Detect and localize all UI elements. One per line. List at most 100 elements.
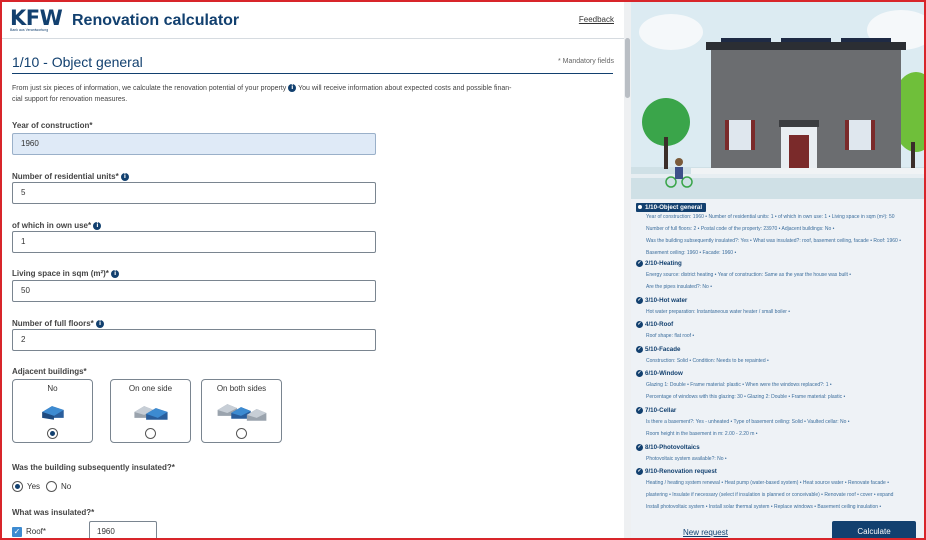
- year-of-construction-input[interactable]: 1960: [12, 133, 376, 155]
- units-label-text: Number of residential units*: [12, 172, 119, 181]
- radio-yes[interactable]: [12, 481, 23, 492]
- adjacent-label: Adjacent buildings*: [12, 367, 87, 376]
- year-label: Year of construction*: [12, 121, 93, 130]
- roof-checkbox-label: Roof*: [26, 527, 47, 536]
- summary-list: 1/10-Object general Year of construction…: [631, 199, 924, 510]
- radio-one-side[interactable]: [145, 428, 156, 439]
- insulated-radio-group: Yes No: [12, 481, 212, 493]
- summary-section-2-title[interactable]: ✓ 2/10-Heating: [636, 259, 682, 268]
- terraced-house-icon: [217, 404, 267, 421]
- adjacent-option-no[interactable]: No: [12, 379, 93, 443]
- summary-line: Install photovoltaic system • Install so…: [646, 504, 882, 510]
- step-divider: [12, 73, 613, 74]
- own-use-label-text: of which in own use*: [12, 221, 92, 230]
- mandatory-note: * Mandatory fields: [557, 58, 614, 65]
- option-label: On both sides: [216, 384, 267, 393]
- living-space-label: Living space in sqm (m²)* i: [12, 269, 120, 278]
- new-request-link[interactable]: New request: [683, 528, 728, 537]
- roof-checkbox[interactable]: ✓: [12, 527, 22, 537]
- kfw-logo[interactable]: KFW Bank aus Verantwortung: [10, 6, 63, 34]
- info-icon[interactable]: i: [96, 319, 105, 328]
- form-scrollbar[interactable]: [624, 2, 631, 538]
- section-title: 7/10-Cellar: [645, 407, 677, 414]
- summary-line: Construction: Solid • Condition: Needs t…: [646, 358, 769, 364]
- intro-text: From just six pieces of information, we …: [12, 83, 592, 105]
- floors-label-text: Number of full floors*: [12, 319, 94, 328]
- app-header: KFW Bank aus Verantwortung Renovation ca…: [2, 2, 624, 39]
- summary-line: Room height in the basement in m: 2.00 -…: [646, 431, 758, 437]
- section-title: 6/10-Window: [645, 370, 683, 377]
- section-title: 9/10-Renovation request: [645, 468, 717, 475]
- summary-line: Heating / heating system renewal • Heat …: [646, 480, 889, 486]
- summary-section-5-title[interactable]: ✓ 5/10-Facade: [636, 345, 680, 354]
- intro-part-3: cial support for renovation measures.: [12, 96, 128, 103]
- step-title: 1/10 - Object general: [12, 54, 143, 70]
- logo-text: KFW: [10, 6, 63, 30]
- intro-part-2: You will receive information about expec…: [298, 85, 512, 92]
- summary-line: Energy source: district heating • Year o…: [646, 272, 852, 278]
- info-icon[interactable]: i: [93, 221, 102, 230]
- full-floors-input[interactable]: 2: [12, 329, 376, 351]
- summary-line: Number of full floors: 2 • Postal code o…: [646, 226, 835, 232]
- scrollbar-thumb[interactable]: [625, 38, 630, 98]
- adjacent-option-both-sides[interactable]: On both sides: [201, 379, 282, 443]
- section-title: 1/10-Object general: [645, 204, 703, 211]
- summary-section-8-title[interactable]: ✓ 8/10-Photovoltaics: [636, 443, 700, 452]
- no-label: No: [61, 482, 72, 491]
- roof-year-input[interactable]: 1960: [89, 521, 157, 538]
- summary-line: Hot water preparation: Instantaneous wat…: [646, 309, 791, 315]
- summary-section-3-title[interactable]: ✓ 3/10-Hot water: [636, 296, 687, 305]
- app-frame: KFW Bank aus Verantwortung Renovation ca…: [0, 0, 926, 540]
- summary-section-7-title[interactable]: ✓ 7/10-Cellar: [636, 406, 676, 415]
- summary-section-1-title[interactable]: 1/10-Object general: [636, 203, 707, 212]
- summary-line: Basement ceiling: 1960 • Facade: 1960 •: [646, 250, 737, 256]
- calculate-button[interactable]: Calculate: [832, 521, 916, 538]
- radio-no[interactable]: [47, 428, 58, 439]
- what-insulated-label: What was insulated?*: [12, 508, 95, 517]
- summary-pane: 1/10-Object general Year of construction…: [631, 2, 924, 538]
- radio-both-sides[interactable]: [236, 428, 247, 439]
- check-icon: ✓: [636, 345, 643, 353]
- check-icon: ✓: [636, 296, 643, 304]
- summary-line: Are the pipes insulated?: No •: [646, 284, 712, 290]
- summary-section-9-title[interactable]: ✓ 9/10-Renovation request: [636, 467, 717, 476]
- feedback-link[interactable]: Feedback: [579, 15, 614, 24]
- section-title: 4/10-Roof: [645, 321, 674, 328]
- floors-label: Number of full floors* i: [12, 319, 105, 328]
- check-icon: ✓: [636, 320, 643, 328]
- own-use-input[interactable]: 1: [12, 231, 376, 253]
- insulated-question: Was the building subsequently insulated?…: [12, 463, 175, 472]
- residential-units-input[interactable]: 5: [12, 182, 376, 204]
- summary-line: Year of construction: 1960 • Number of r…: [646, 214, 895, 220]
- section-title: 3/10-Hot water: [645, 297, 688, 304]
- info-icon[interactable]: i: [120, 172, 129, 181]
- adjacent-option-one-side[interactable]: On one side: [110, 379, 191, 443]
- intro-part-1: From just six pieces of information, we …: [12, 85, 287, 92]
- summary-line: Is there a basement?: Yes - unheated • T…: [646, 419, 850, 425]
- section-title: 5/10-Facade: [645, 346, 681, 353]
- section-title: 2/10-Heating: [645, 260, 682, 267]
- summary-line: plastering • Insulate if necessary (sele…: [646, 492, 894, 498]
- check-icon: ✓: [636, 369, 643, 377]
- summary-line: Glazing 1: Double • Frame material: plas…: [646, 382, 832, 388]
- check-icon: ✓: [636, 467, 643, 475]
- check-icon: ✓: [636, 406, 643, 414]
- units-label: Number of residential units* i: [12, 172, 129, 181]
- detached-house-icon: [42, 406, 64, 420]
- form-pane: KFW Bank aus Verantwortung Renovation ca…: [2, 2, 624, 538]
- info-icon[interactable]: i: [288, 84, 297, 93]
- option-label: On one side: [128, 384, 173, 393]
- summary-line: Photovoltaic system available?: No •: [646, 456, 727, 462]
- living-space-label-text: Living space in sqm (m²)*: [12, 269, 109, 278]
- info-icon[interactable]: i: [111, 269, 120, 278]
- semi-detached-house-icon: [134, 406, 168, 420]
- summary-section-4-title[interactable]: ✓ 4/10-Roof: [636, 320, 673, 329]
- radio-no[interactable]: [46, 481, 57, 492]
- summary-section-6-title[interactable]: ✓ 6/10-Window: [636, 369, 683, 378]
- summary-line: Percentage of windows with this glazing:…: [646, 394, 846, 400]
- insulated-yes-option[interactable]: Yes: [12, 481, 40, 493]
- check-icon: ✓: [636, 259, 643, 267]
- living-space-input[interactable]: 50: [12, 280, 376, 302]
- summary-line: Roof shape: flat roof •: [646, 333, 695, 339]
- insulated-no-option[interactable]: No: [46, 481, 71, 493]
